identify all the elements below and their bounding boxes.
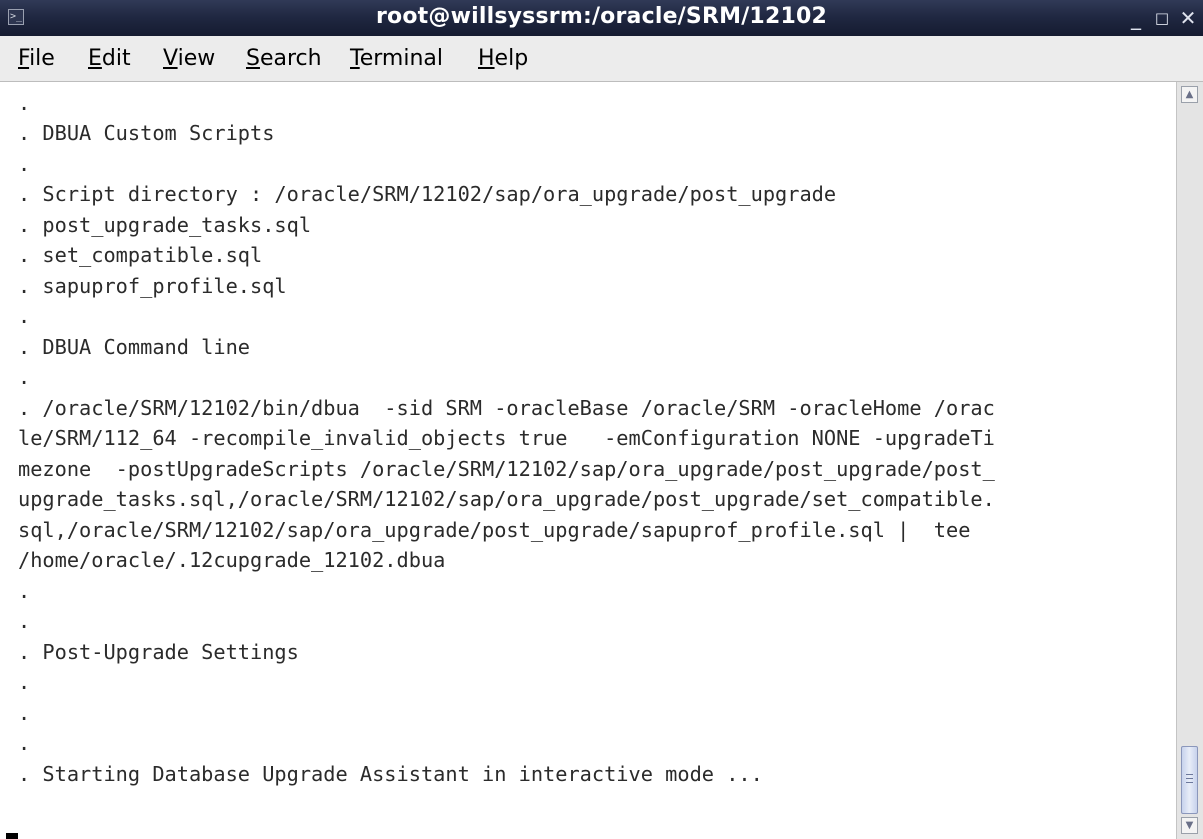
terminal-line: mezone -postUpgradeScripts /oracle/SRM/1… (18, 457, 995, 481)
grip-icon (1186, 774, 1193, 786)
window-title: root@willsyssrm:/oracle/SRM/12102 (376, 4, 827, 29)
terminal-line: . (18, 579, 31, 603)
maximize-icon[interactable]: □ (1150, 6, 1174, 30)
title-bar[interactable]: >_ root@willsyssrm:/oracle/SRM/12102 _ □… (0, 0, 1203, 36)
terminal-line: le/SRM/112_64 -recompile_invalid_objects… (18, 426, 995, 450)
vertical-scrollbar[interactable]: ▲ ▼ (1176, 82, 1203, 839)
menu-terminal[interactable]: Terminal (350, 36, 443, 82)
menu-bar: File Edit View Search Terminal Help (0, 36, 1203, 82)
terminal-line: . Post-Upgrade Settings (18, 640, 299, 664)
menu-edit[interactable]: Edit (88, 36, 131, 82)
menu-view[interactable]: View (163, 36, 215, 82)
scroll-up-icon[interactable]: ▲ (1181, 86, 1198, 103)
terminal-output[interactable]: . . DBUA Custom Scripts . . Script direc… (0, 82, 1176, 839)
terminal-line: upgrade_tasks.sql,/oracle/SRM/12102/sap/… (18, 487, 995, 511)
terminal-line: . post_upgrade_tasks.sql (18, 213, 312, 237)
terminal-line: . DBUA Custom Scripts (18, 121, 275, 145)
terminal-line: . DBUA Command line (18, 335, 250, 359)
menu-help[interactable]: Help (478, 36, 528, 82)
terminal-line: . Starting Database Upgrade Assistant in… (18, 762, 763, 786)
terminal-line: /home/oracle/.12cupgrade_12102.dbua (18, 548, 446, 572)
menu-file[interactable]: File (18, 36, 55, 82)
close-icon[interactable]: ✕ (1176, 6, 1200, 30)
terminal-line: . (18, 91, 31, 115)
terminal-line: . set_compatible.sql (18, 243, 263, 267)
scroll-down-icon[interactable]: ▼ (1181, 817, 1198, 834)
terminal-line: . (18, 701, 31, 725)
terminal-line: . (18, 670, 31, 694)
terminal-line: . (18, 152, 31, 176)
terminal-line: . (18, 731, 31, 755)
terminal-line: . (18, 365, 31, 389)
scroll-thumb[interactable] (1181, 746, 1198, 814)
terminal-line: sql,/oracle/SRM/12102/sap/ora_upgrade/po… (18, 518, 971, 542)
terminal-line: . Script directory : /oracle/SRM/12102/s… (18, 182, 837, 206)
terminal-line: . /oracle/SRM/12102/bin/dbua -sid SRM -o… (18, 396, 995, 420)
terminal-line: . (18, 609, 31, 633)
menu-search[interactable]: Search (246, 36, 322, 82)
minimize-icon[interactable]: _ (1124, 6, 1148, 30)
terminal-line: . sapuprof_profile.sql (18, 274, 287, 298)
terminal-line: . (18, 304, 31, 328)
text-cursor (6, 833, 18, 839)
